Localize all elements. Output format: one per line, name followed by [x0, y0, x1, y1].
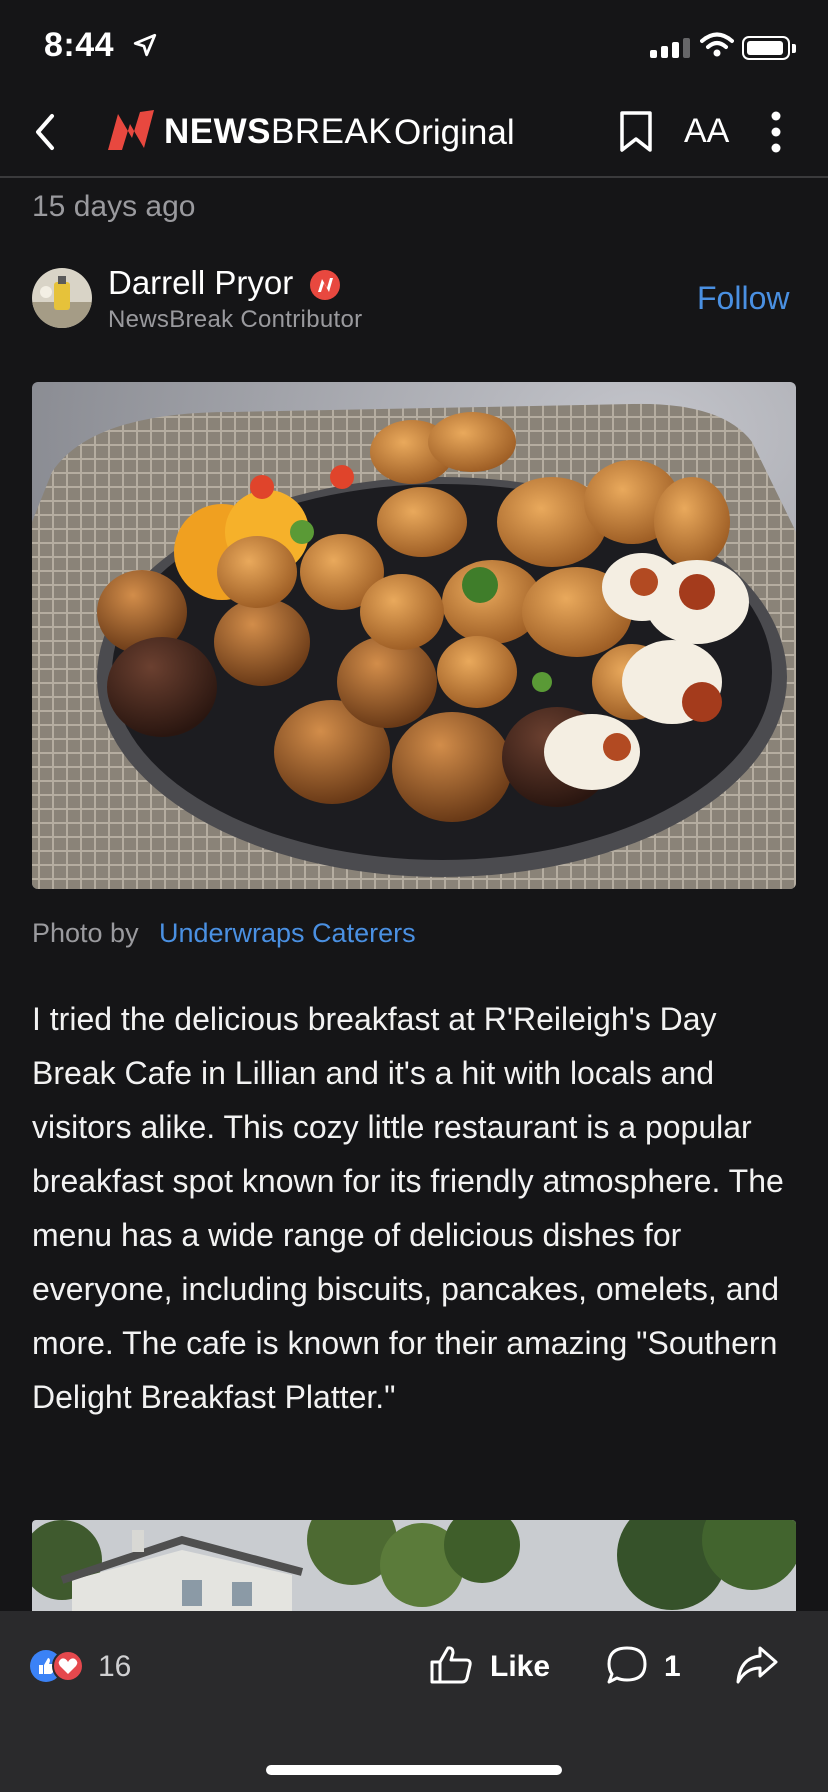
- author-role: NewsBreak Contributor: [108, 306, 363, 333]
- like-button[interactable]: Like: [490, 1650, 550, 1684]
- wifi-icon: [700, 32, 734, 63]
- back-chevron-icon[interactable]: [32, 110, 58, 159]
- second-article-image[interactable]: [32, 1520, 796, 1612]
- comment-count[interactable]: 1: [664, 1650, 681, 1684]
- location-arrow-icon: [132, 32, 158, 63]
- contributor-badge-icon: [310, 270, 340, 300]
- brand-wordmark: NEWSBREAK: [164, 112, 392, 152]
- battery-tip: [792, 44, 796, 53]
- comment-icon[interactable]: [604, 1644, 650, 1691]
- battery-icon: [742, 36, 790, 60]
- cellular-signal-icon: [650, 38, 690, 58]
- newsbreak-logo-icon: [106, 108, 156, 157]
- photo-credit-link[interactable]: Underwraps Caterers: [159, 918, 416, 949]
- heart-reaction-icon: [52, 1650, 84, 1682]
- bookmark-icon[interactable]: [618, 110, 654, 159]
- follow-button[interactable]: Follow: [697, 280, 789, 317]
- brand-original-label: Original: [394, 113, 515, 152]
- article-time-ago: 15 days ago: [32, 190, 196, 223]
- share-icon[interactable]: [734, 1644, 780, 1691]
- photo-caption-label: Photo by: [32, 918, 139, 948]
- font-size-button[interactable]: AA: [684, 112, 729, 151]
- status-time: 8:44: [44, 26, 115, 64]
- more-options-icon[interactable]: [770, 110, 782, 159]
- brand-bold: NEWS: [164, 112, 271, 151]
- thumbs-up-icon[interactable]: [428, 1644, 474, 1691]
- hero-image-breakfast-platter[interactable]: [32, 382, 796, 889]
- reaction-count[interactable]: 16: [98, 1650, 131, 1684]
- nav-divider: [0, 176, 828, 178]
- home-indicator: [266, 1765, 562, 1775]
- author-avatar[interactable]: [32, 268, 92, 328]
- brand-regular: BREAK: [271, 112, 393, 151]
- author-name[interactable]: Darrell Pryor: [108, 264, 293, 302]
- article-body: I tried the delicious breakfast at R'Rei…: [32, 1001, 784, 1415]
